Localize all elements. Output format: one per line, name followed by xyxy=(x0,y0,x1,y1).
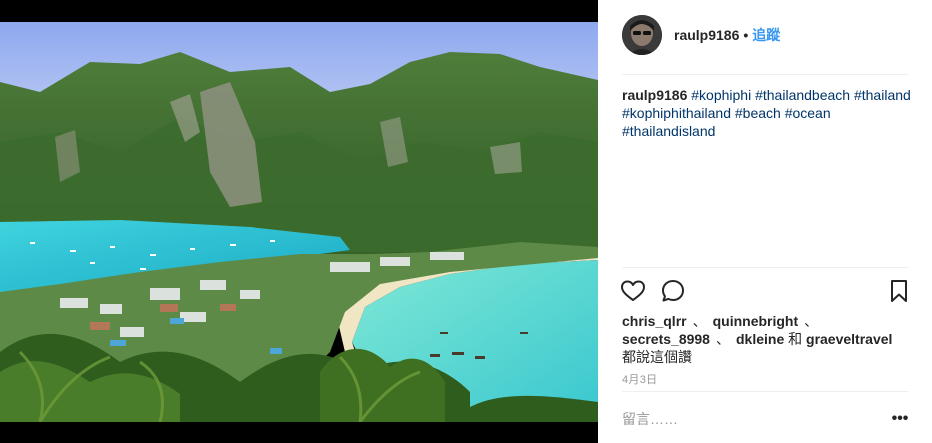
actions-divider xyxy=(622,267,908,268)
follow-button[interactable]: 追蹤 xyxy=(752,25,780,45)
hashtag-link[interactable]: #thailandbeach xyxy=(755,87,850,103)
post-date[interactable]: 4月3日 xyxy=(622,371,657,387)
post-photo[interactable] xyxy=(0,22,598,422)
liker-link[interactable]: secrets_8998 xyxy=(622,331,710,347)
comment-divider xyxy=(622,391,908,392)
liker-link[interactable]: dkleine xyxy=(736,331,784,347)
header-separator: • xyxy=(743,27,749,43)
post-media[interactable] xyxy=(0,0,598,443)
post-container: raulp9186 • 追蹤 raulp9186 #kophiphi #thai… xyxy=(0,0,932,443)
post-caption: raulp9186 #kophiphi #thailandbeach #thai… xyxy=(622,86,912,140)
hashtag-link[interactable]: #kophiphi xyxy=(691,87,751,103)
header-divider xyxy=(622,74,908,75)
liker-separator: 、 xyxy=(715,331,730,347)
likes-conjunction: 和 xyxy=(788,331,803,347)
liker-separator: 、 xyxy=(804,313,819,329)
hashtag-link[interactable]: #kophiphithailand xyxy=(622,105,731,121)
avatar-image xyxy=(622,15,662,55)
author-username[interactable]: raulp9186 xyxy=(674,27,739,43)
likes-suffix: 都說這個讚 xyxy=(622,349,692,365)
more-options-button[interactable]: ••• xyxy=(888,408,912,430)
comment-section: ••• xyxy=(622,400,912,440)
post-actions xyxy=(620,278,912,304)
bookmark-icon[interactable] xyxy=(886,278,912,304)
likes-summary: chris_qlrr 、 quinnebright 、 secrets_8998 、 dkl… xyxy=(622,312,912,366)
caption-username[interactable]: raulp9186 xyxy=(622,87,687,103)
hashtag-link[interactable]: #beach xyxy=(735,105,781,121)
comment-input[interactable] xyxy=(622,408,872,430)
liker-link[interactable]: graeveltravel xyxy=(806,331,892,347)
speech-bubble-icon[interactable] xyxy=(660,278,686,304)
hashtag-link[interactable]: #ocean xyxy=(785,105,831,121)
liker-link[interactable]: chris_qlrr xyxy=(622,313,687,329)
post-header: raulp9186 • 追蹤 xyxy=(622,15,780,55)
hashtag-link[interactable]: #thailandisland xyxy=(622,123,715,139)
hashtag-link[interactable]: #thailand xyxy=(854,87,911,103)
post-sidebar: raulp9186 • 追蹤 raulp9186 #kophiphi #thai… xyxy=(598,0,932,443)
avatar[interactable] xyxy=(622,15,662,55)
liker-separator: 、 xyxy=(692,313,707,329)
heart-icon[interactable] xyxy=(620,278,646,304)
liker-link[interactable]: quinnebright xyxy=(713,313,799,329)
